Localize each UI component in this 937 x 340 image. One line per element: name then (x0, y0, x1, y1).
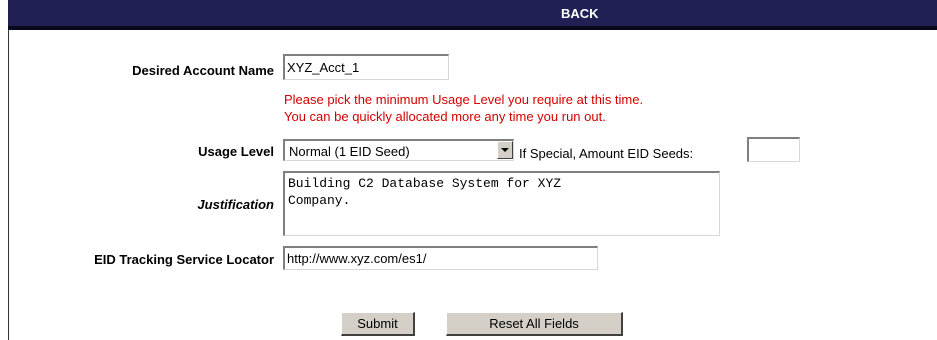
special-seeds-label: If Special, Amount EID Seeds: (519, 146, 694, 161)
usage-level-select[interactable]: Normal (1 EID Seed) (283, 139, 514, 161)
usage-note-line1: Please pick the minimum Usage Level you … (284, 92, 644, 107)
eid-locator-input[interactable]: http://www.xyz.com/es1/ (283, 246, 598, 270)
back-link[interactable]: BACK (561, 6, 599, 21)
eid-locator-label: EID Tracking Service Locator (94, 252, 274, 267)
left-border (8, 30, 9, 340)
submit-button[interactable]: Submit (341, 312, 415, 336)
account-request-page: BACK Desired Account Name XYZ_Acct_1 Ple… (0, 0, 937, 340)
usage-level-selected: Normal (1 EID Seed) (289, 144, 410, 159)
usage-note-line2: You can be quickly allocated more any ti… (284, 109, 606, 124)
usage-level-label: Usage Level (198, 144, 274, 159)
account-name-input[interactable]: XYZ_Acct_1 (283, 54, 449, 80)
back-bar: BACK (8, 0, 937, 30)
special-seeds-input[interactable] (747, 137, 800, 162)
justification-textarea[interactable]: Building C2 Database System for XYZ Comp… (283, 171, 720, 236)
chevron-down-icon[interactable] (497, 141, 513, 159)
reset-all-fields-button[interactable]: Reset All Fields (446, 312, 623, 336)
justification-label: Justification (197, 197, 274, 212)
account-name-label: Desired Account Name (132, 63, 274, 78)
